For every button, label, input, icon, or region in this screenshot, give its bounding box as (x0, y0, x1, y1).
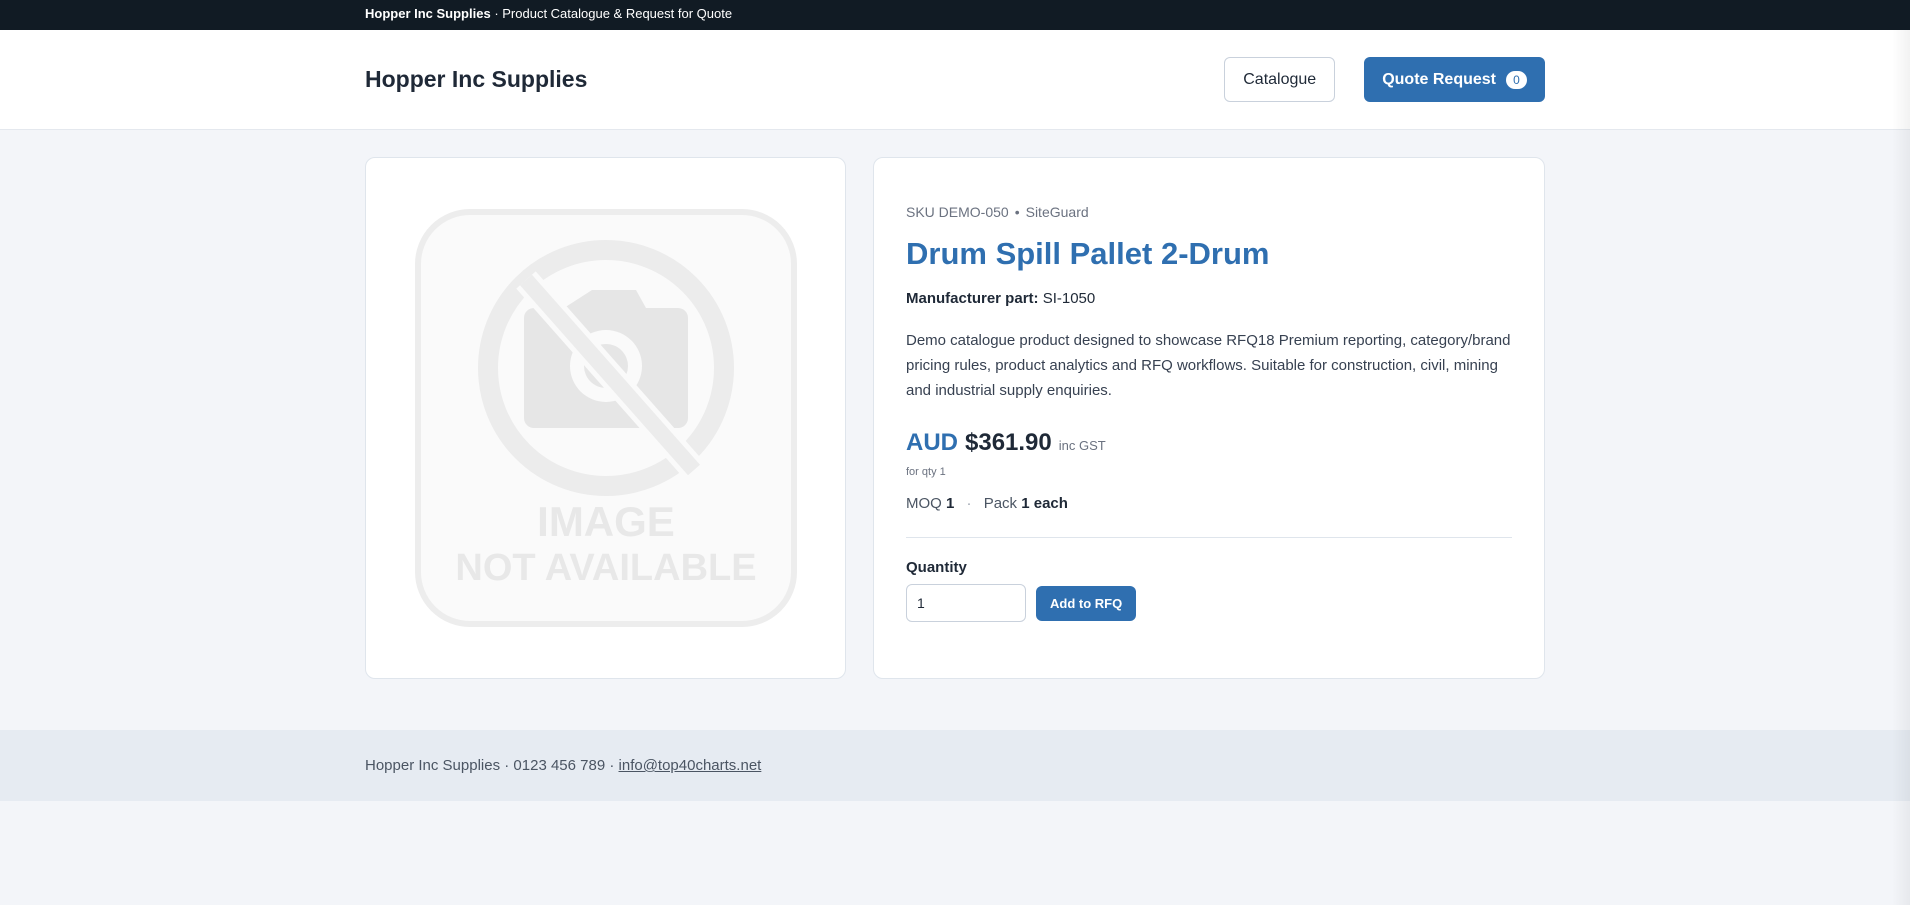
quote-count-badge: 0 (1506, 70, 1527, 89)
product-description: Demo catalogue product designed to showc… (906, 332, 1511, 399)
product-image-card: IMAGE NOT AVAILABLE (365, 157, 846, 679)
quote-request-button[interactable]: Quote Request 0 (1364, 57, 1545, 102)
topbar-brand: Hopper Inc Supplies (365, 6, 491, 21)
placeholder-line2: NOT AVAILABLE (455, 547, 756, 589)
footer-email-link[interactable]: info@top40charts.net (619, 757, 762, 774)
manufacturer-part-value: SI-1050 (1042, 290, 1096, 307)
manufacturer-part-label: Manufacturer part: (906, 290, 1039, 307)
site-brand[interactable]: Hopper Inc Supplies (365, 66, 587, 93)
pack-value: 1 each (1021, 495, 1068, 512)
product-title: Drum Spill Pallet 2-Drum (906, 236, 1270, 271)
tax-label: inc GST (1058, 438, 1106, 453)
moq-label: MOQ (906, 495, 942, 512)
moq-value: 1 (946, 495, 955, 512)
meta-separator: • (1014, 204, 1020, 220)
price-qty-note: for qty 1 (906, 466, 946, 478)
quote-request-label: Quote Request (1382, 70, 1496, 88)
placeholder-line1: IMAGE (537, 498, 675, 545)
moq-pack-info: MOQ 1 · Pack 1 each (906, 495, 1512, 512)
header-nav: Catalogue Quote Request 0 (1224, 57, 1545, 102)
price-currency: AUD (906, 429, 958, 456)
footer-text: Hopper Inc Supplies · 0123 456 789 · (365, 757, 615, 774)
product-brand: SiteGuard (1025, 204, 1089, 220)
quantity-label: Quantity (906, 559, 967, 576)
catalogue-button[interactable]: Catalogue (1224, 57, 1336, 102)
product-detail-card: SKU DEMO-050 • SiteGuard Drum Spill Pallet… (873, 157, 1545, 679)
pack-label: Pack (983, 495, 1018, 512)
manufacturer-part: Manufacturer part: SI-1050 (906, 290, 1512, 307)
site-header: Hopper Inc Supplies Catalogue Quote Requ… (0, 30, 1910, 130)
quantity-input[interactable] (906, 584, 1026, 622)
scroll-shadow (1892, 30, 1910, 905)
image-not-available-icon: IMAGE NOT AVAILABLE (414, 209, 797, 627)
product-sku: SKU DEMO-050 (906, 204, 1009, 220)
top-bar: Hopper Inc Supplies · Product Catalogue … (0, 0, 1910, 30)
price-amount: $361.90 (965, 429, 1052, 456)
add-to-rfq-button[interactable]: Add to RFQ (1036, 585, 1137, 621)
product-meta: SKU DEMO-050 • SiteGuard (906, 204, 1512, 220)
quantity-row: Add to RFQ (906, 584, 1512, 622)
price-row: AUD $361.90 inc GST (906, 429, 1512, 457)
topbar-tagline: · Product Catalogue & Request for Quote (494, 6, 733, 21)
site-footer: Hopper Inc Supplies · 0123 456 789 · inf… (0, 730, 1910, 801)
main-content: IMAGE NOT AVAILABLE SKU DEMO-050 • SiteGua… (0, 130, 1910, 679)
moq-separator: · (966, 495, 972, 512)
divider (906, 537, 1512, 538)
